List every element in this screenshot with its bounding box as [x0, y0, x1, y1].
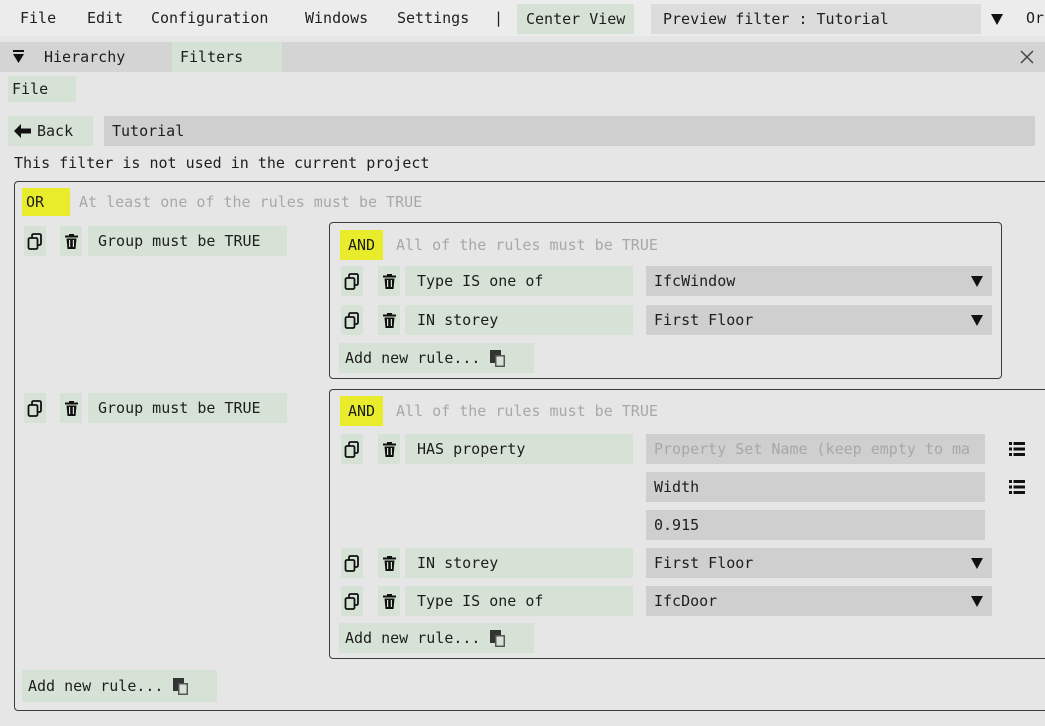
rule-label: Type IS one of — [405, 266, 633, 296]
group-1-operator-badge[interactable]: AND — [340, 230, 383, 260]
add-rule-label: Add new rule... — [28, 677, 164, 695]
property-set-name-input[interactable]: Property Set Name (keep empty to ma — [646, 434, 985, 464]
rule-label: Type IS one of — [405, 586, 633, 616]
file-menu-button[interactable]: File — [8, 76, 76, 102]
add-rule-label: Add new rule... — [345, 349, 481, 367]
menu-configuration[interactable]: Configuration — [151, 0, 268, 36]
back-label: Back — [37, 122, 74, 140]
copy-icon[interactable] — [341, 434, 363, 464]
rule-value-select[interactable]: IfcDoor — [646, 586, 961, 616]
property-name-input[interactable]: Width — [646, 472, 985, 502]
copy-icon[interactable] — [341, 266, 363, 296]
filter-name-field[interactable]: Tutorial — [104, 116, 1035, 146]
root-operator-badge[interactable]: OR — [22, 188, 70, 216]
trash-icon[interactable] — [60, 393, 82, 423]
rule-label: IN storey — [405, 305, 633, 335]
tab-filters[interactable]: Filters — [172, 42, 282, 72]
close-icon[interactable] — [1016, 46, 1038, 68]
dropdown-arrow-icon[interactable] — [961, 548, 992, 578]
group-1-operator-description: All of the rules must be TRUE — [396, 236, 658, 254]
copy-icon[interactable] — [341, 548, 363, 578]
menu-file[interactable]: File — [20, 0, 56, 36]
menu-windows[interactable]: Windows — [305, 0, 368, 36]
root-add-rule-button[interactable]: Add new rule... — [22, 670, 217, 702]
root-operator-description: At least one of the rules must be TRUE — [79, 193, 423, 211]
property-value-input[interactable]: 0.915 — [646, 510, 985, 540]
menu-settings[interactable]: Settings — [397, 0, 469, 36]
preview-filter-dropdown[interactable]: Preview filter : Tutorial — [651, 4, 981, 34]
center-view-button[interactable]: Center View — [517, 4, 635, 34]
add-rule-label: Add new rule... — [345, 629, 481, 647]
rule-value-select[interactable]: IfcWindow — [646, 266, 961, 296]
list-icon[interactable] — [1002, 434, 1032, 464]
preview-dropdown-arrow-icon[interactable] — [984, 4, 1010, 34]
menu-separator: | — [494, 9, 504, 27]
menu-edit[interactable]: Edit — [87, 0, 123, 36]
filter-usage-notice: This filter is not used in the current p… — [14, 154, 430, 172]
copy-icon[interactable] — [341, 586, 363, 616]
menu-bar: File Edit Configuration Windows Settings… — [0, 0, 1045, 36]
rule-label: HAS property — [405, 434, 633, 464]
tab-hierarchy[interactable]: Hierarchy — [44, 42, 125, 72]
copy-icon[interactable] — [341, 305, 363, 335]
list-icon[interactable] — [1002, 472, 1032, 502]
trash-icon[interactable] — [378, 586, 400, 616]
paste-icon[interactable] — [490, 349, 506, 367]
trash-icon[interactable] — [378, 434, 400, 464]
dropdown-arrow-icon[interactable] — [961, 266, 992, 296]
group-2-add-rule-button[interactable]: Add new rule... — [339, 623, 534, 653]
back-arrow-icon — [14, 124, 31, 138]
trash-icon[interactable] — [378, 266, 400, 296]
menu-overflow[interactable]: Or — [1026, 0, 1044, 36]
trash-icon[interactable] — [378, 305, 400, 335]
paste-icon[interactable] — [490, 629, 506, 647]
dropdown-arrow-icon[interactable] — [961, 305, 992, 335]
group-2-operator-badge[interactable]: AND — [340, 396, 383, 426]
group-1-label: Group must be TRUE — [88, 226, 287, 256]
back-button[interactable]: Back — [8, 116, 93, 146]
group-2-label: Group must be TRUE — [88, 393, 287, 423]
trash-icon[interactable] — [60, 226, 82, 256]
rule-label: IN storey — [405, 548, 633, 578]
dock-tab-bar: Hierarchy Filters — [0, 42, 1045, 72]
copy-icon[interactable] — [24, 393, 46, 423]
trash-icon[interactable] — [378, 548, 400, 578]
group-1-add-rule-button[interactable]: Add new rule... — [339, 343, 534, 373]
paste-icon[interactable] — [173, 677, 189, 695]
collapse-triangle-icon[interactable] — [11, 48, 25, 66]
rule-value-select[interactable]: First Floor — [646, 305, 961, 335]
dropdown-arrow-icon[interactable] — [961, 586, 992, 616]
copy-icon[interactable] — [24, 226, 46, 256]
group-2-operator-description: All of the rules must be TRUE — [396, 402, 658, 420]
rule-value-select[interactable]: First Floor — [646, 548, 961, 578]
